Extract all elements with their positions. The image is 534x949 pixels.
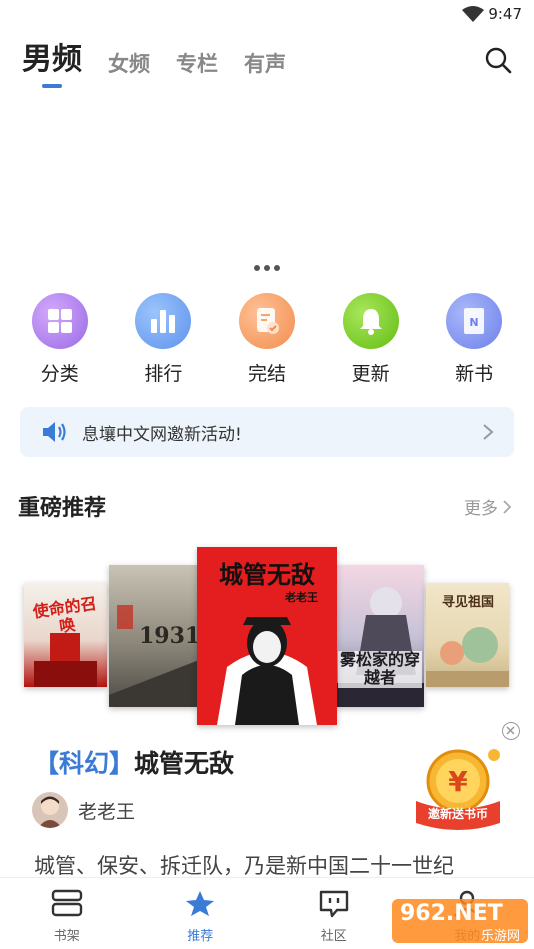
more-link[interactable]: 更多 xyxy=(464,494,512,519)
svg-text:¥: ¥ xyxy=(448,765,468,798)
book-cover[interactable]: 雾松家的穿越者 xyxy=(336,565,424,707)
nav-recommend[interactable]: 推荐 xyxy=(134,878,268,949)
category-label: 更新 xyxy=(351,363,390,385)
chevron-right-icon xyxy=(483,424,494,440)
nav-community[interactable]: 社区 xyxy=(267,878,401,949)
more-label: 更多 xyxy=(464,499,498,519)
featured-description: 城管、保安、拆迁队，乃是新中国二十一世纪 xyxy=(34,854,454,878)
category-label: 排行 xyxy=(144,363,183,385)
bell-icon xyxy=(342,293,399,349)
category-label: 完结 xyxy=(247,363,286,385)
notice-text: 息壤中文网邀新活动! xyxy=(82,424,242,445)
tab-male[interactable]: 男频 xyxy=(22,34,82,90)
featured-genre-tag: 【科幻】 xyxy=(34,749,135,778)
nav-label: 推荐 xyxy=(187,929,214,944)
category-label: 新书 xyxy=(455,363,494,385)
promo-label: 邀新送书币 xyxy=(427,807,488,821)
chat-icon xyxy=(319,890,348,918)
book-cover-title: 雾松家的穿越者 xyxy=(338,650,422,688)
book-cover-title: 寻见祖国 xyxy=(441,595,494,610)
watermark-sub: 乐游网 xyxy=(480,929,520,944)
featured-author[interactable]: 老老王 xyxy=(32,792,135,828)
bar-chart-icon xyxy=(135,293,192,349)
nav-bookshelf[interactable]: 书架 xyxy=(0,878,134,949)
wifi-icon xyxy=(462,6,484,22)
svg-text:N: N xyxy=(470,316,479,329)
watermark-text: 962.NET xyxy=(400,901,503,926)
avatar xyxy=(32,792,68,828)
banner-indicator xyxy=(0,256,534,275)
bookshelf-icon xyxy=(51,889,82,917)
featured-title[interactable]: 【科幻】城管无敌 xyxy=(34,744,234,780)
book-icon: N xyxy=(446,293,503,349)
nav-label: 书架 xyxy=(53,929,80,944)
tab-column[interactable]: 专栏 xyxy=(176,48,218,90)
status-time: 9:47 xyxy=(488,5,522,23)
section-title: 重磅推荐 xyxy=(18,496,107,521)
search-icon[interactable] xyxy=(484,46,514,76)
top-tabs: 男频 女频 专栏 有声 xyxy=(22,40,312,90)
book-cover-author: 老老王 xyxy=(285,591,318,604)
category-newbook[interactable]: N 新书 xyxy=(434,293,514,386)
star-icon xyxy=(186,891,215,916)
notice-bar[interactable]: 息壤中文网邀新活动! xyxy=(20,407,514,457)
author-name: 老老王 xyxy=(78,800,136,823)
grid-icon xyxy=(31,293,88,349)
category-update[interactable]: 更新 xyxy=(331,293,411,386)
category-finished[interactable]: 完结 xyxy=(227,293,307,386)
book-cover-title: 1931 xyxy=(139,623,199,649)
category-row: 分类 排行 完结 更新 N 新书 xyxy=(0,293,534,386)
invite-promo[interactable]: ¥ 邀新送书币 xyxy=(412,745,504,833)
book-carousel: 使命的召唤 1931 雾松家的穿越者 寻见祖国 城管无敌 老老王 xyxy=(0,545,534,730)
site-watermark: 962.NET 乐游网 xyxy=(392,897,528,945)
book-cover[interactable]: 城管无敌 老老王 xyxy=(197,547,337,725)
featured-book-title: 城管无敌 xyxy=(134,749,235,778)
tab-female[interactable]: 女频 xyxy=(108,48,150,90)
speaker-icon xyxy=(43,422,66,442)
category-label: 分类 xyxy=(40,363,79,385)
chevron-right-icon xyxy=(503,499,512,514)
category-classify[interactable]: 分类 xyxy=(20,293,100,386)
book-cover[interactable]: 1931 xyxy=(109,565,199,707)
category-rank[interactable]: 排行 xyxy=(123,293,203,386)
doc-check-icon xyxy=(238,293,295,349)
status-bar: 9:47 xyxy=(0,0,534,30)
banner[interactable] xyxy=(0,98,534,268)
book-cover[interactable]: 使命的召唤 xyxy=(24,583,107,687)
nav-label: 社区 xyxy=(320,929,347,944)
book-cover-title: 城管无敌 xyxy=(219,561,315,589)
book-cover[interactable]: 寻见祖国 xyxy=(426,583,509,687)
tab-audio[interactable]: 有声 xyxy=(244,48,286,90)
close-icon[interactable] xyxy=(502,722,520,740)
